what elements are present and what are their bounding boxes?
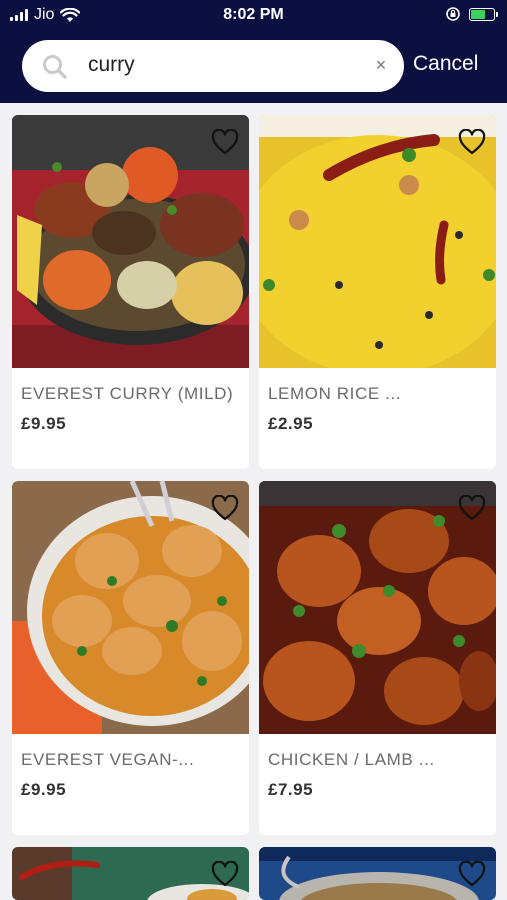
search-icon [43, 55, 67, 79]
product-name: EVEREST VEGAN-... [21, 750, 195, 769]
product-card[interactable] [12, 847, 249, 900]
product-card[interactable] [259, 847, 496, 900]
product-price: £2.95 [268, 414, 314, 433]
rotation-lock-icon [446, 7, 460, 21]
heart-outline-icon[interactable] [458, 129, 486, 155]
close-icon: × [375, 55, 387, 75]
search-input[interactable]: curry [88, 53, 358, 77]
product-price: £9.95 [21, 780, 67, 799]
battery-charging-icon [469, 7, 498, 21]
product-name: LEMON RICE ... [268, 384, 402, 403]
status-bar: Jio 8:02 PM [0, 0, 507, 30]
status-time: 8:02 PM [223, 6, 284, 23]
app-header: Jio 8:02 PM curry × Cancel [0, 0, 507, 103]
product-card[interactable]: EVEREST CURRY (MILD) £9.95 [12, 115, 249, 469]
status-right [445, 6, 498, 22]
product-price: £7.95 [268, 780, 314, 799]
product-name: EVEREST CURRY (MILD) [21, 384, 234, 403]
heart-outline-icon[interactable] [458, 495, 486, 521]
heart-outline-icon[interactable] [211, 861, 239, 887]
heart-outline-icon[interactable] [458, 861, 486, 887]
product-card[interactable]: LEMON RICE ... £2.95 [259, 115, 496, 469]
clear-search-button[interactable]: × [370, 54, 392, 76]
cancel-button[interactable]: Cancel [413, 52, 478, 76]
product-name: CHICKEN / LAMB ... [268, 750, 435, 769]
search-bar[interactable]: curry × [22, 40, 404, 92]
product-price: £9.95 [21, 414, 67, 433]
heart-outline-icon[interactable] [211, 495, 239, 521]
product-grid: EVEREST CURRY (MILD) £9.95 LEMON RICE ..… [0, 103, 507, 900]
heart-outline-icon[interactable] [211, 129, 239, 155]
product-card[interactable]: CHICKEN / LAMB ... £7.95 [259, 481, 496, 835]
product-card[interactable]: EVEREST VEGAN-... £9.95 [12, 481, 249, 835]
